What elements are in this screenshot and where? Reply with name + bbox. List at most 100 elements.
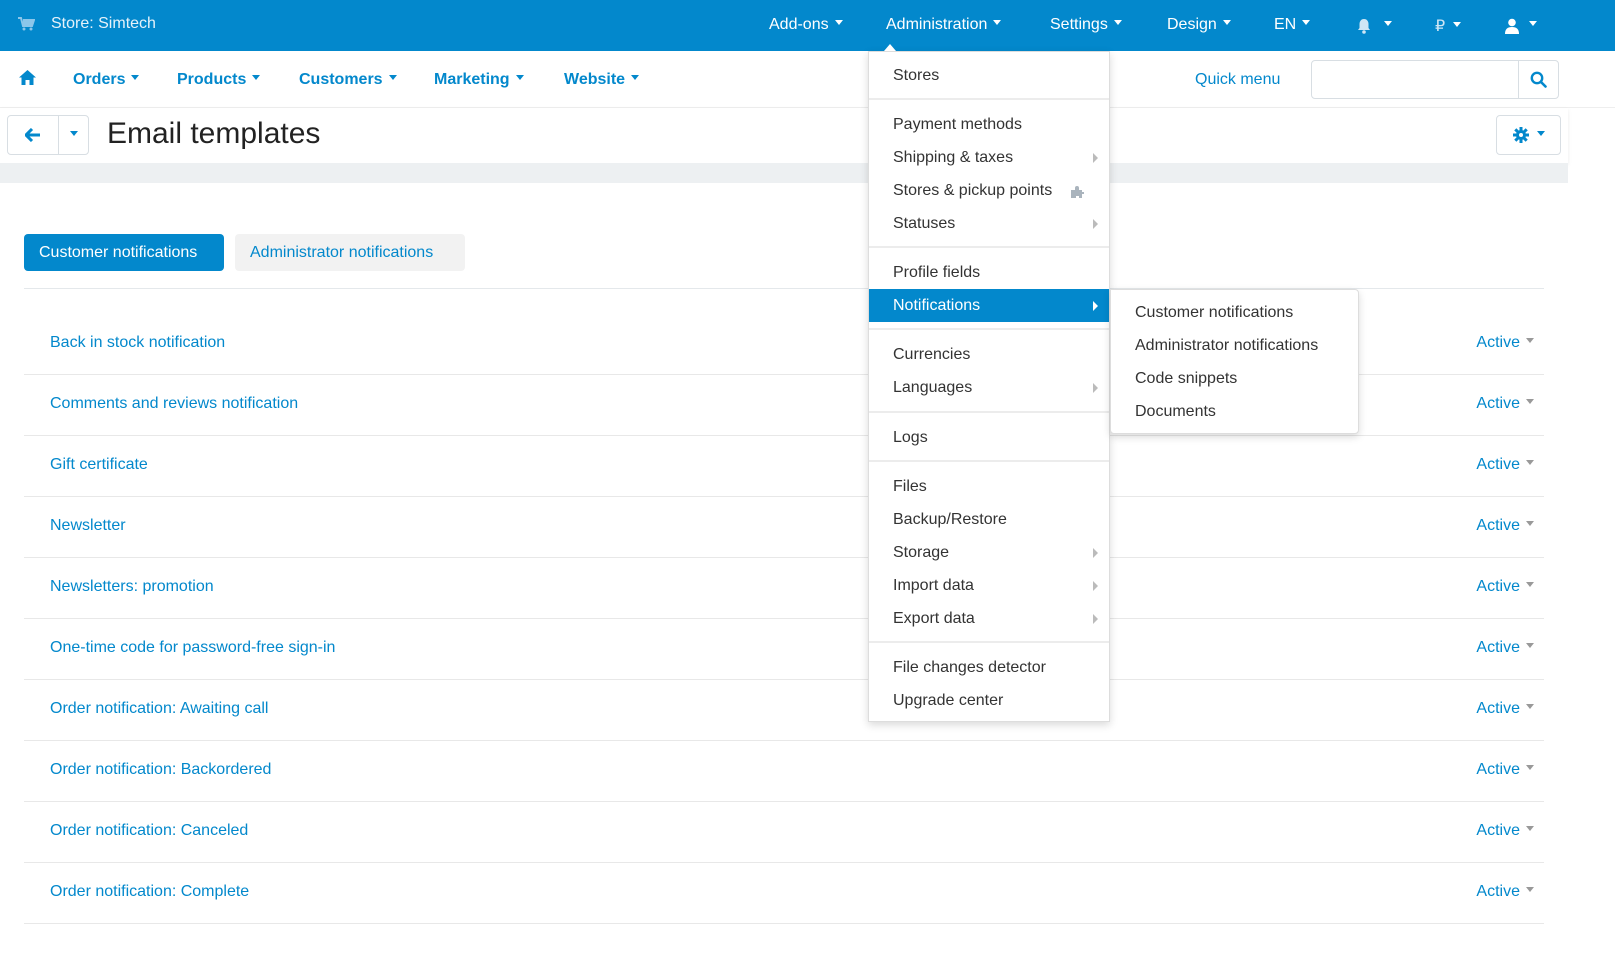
menu-item-label: Upgrade center [893, 692, 1004, 709]
caret-down-icon [1526, 338, 1534, 344]
topnav-addons[interactable]: Add-ons [769, 16, 843, 34]
topnav-design[interactable]: Design [1167, 16, 1231, 34]
template-name[interactable]: Back in stock notification [50, 334, 225, 352]
status-dropdown[interactable]: Active [1476, 395, 1534, 413]
template-name[interactable]: Comments and reviews notification [50, 395, 298, 413]
nav-customers[interactable]: Customers [299, 71, 397, 89]
menu-item-logs[interactable]: Logs [869, 421, 1109, 454]
menu-item-storage[interactable]: Storage [869, 536, 1109, 569]
caret-down-icon [515, 75, 524, 81]
topnav-currency[interactable]: ₽ [1435, 16, 1462, 36]
cart-icon [18, 17, 35, 31]
nav-website[interactable]: Website [564, 71, 640, 89]
tab-administrator-notifications[interactable]: Administrator notifications [235, 234, 465, 271]
status-dropdown[interactable]: Active [1476, 700, 1534, 718]
back-button[interactable] [8, 116, 59, 154]
topnav-addons-label: Add-ons [769, 16, 829, 33]
caret-down-icon [131, 75, 140, 81]
menu-item-file-changes-detector[interactable]: File changes detector [869, 651, 1109, 684]
topnav-settings[interactable]: Settings [1050, 16, 1122, 34]
submenu-item-administrator-notifications[interactable]: Administrator notifications [1111, 329, 1358, 362]
submenu-item-customer-notifications[interactable]: Customer notifications [1111, 296, 1358, 329]
tab-customer-notifications[interactable]: Customer notifications [24, 234, 224, 271]
menu-item-languages[interactable]: Languages [869, 371, 1109, 404]
topnav-administration[interactable]: Administration [886, 16, 1002, 34]
search-button[interactable] [1518, 61, 1558, 98]
menu-item-import-data[interactable]: Import data [869, 569, 1109, 602]
nav-website-label: Website [564, 71, 626, 88]
caret-down-icon [1526, 826, 1534, 832]
settings-dropdown-button[interactable] [1496, 115, 1561, 155]
submenu-item-label: Code snippets [1135, 370, 1238, 387]
menu-item-backup-restore[interactable]: Backup/Restore [869, 503, 1109, 536]
menu-item-upgrade-center[interactable]: Upgrade center [869, 684, 1109, 717]
menu-item-stores[interactable]: Stores [869, 59, 1109, 92]
status-dropdown[interactable]: Active [1476, 456, 1534, 474]
template-name[interactable]: Gift certificate [50, 456, 148, 474]
status-label: Active [1476, 883, 1520, 900]
submenu-item-code-snippets[interactable]: Code snippets [1111, 362, 1358, 395]
caret-down-icon [1526, 643, 1534, 649]
menu-item-notifications[interactable]: Notifications [869, 289, 1109, 322]
topnav-notifications[interactable] [1356, 17, 1392, 35]
nav-marketing[interactable]: Marketing [434, 71, 524, 89]
menu-item-currencies[interactable]: Currencies [869, 338, 1109, 371]
chevron-right-icon [1093, 219, 1098, 229]
quick-menu-link[interactable]: Quick menu [1195, 71, 1280, 89]
store-label: Store: Simtech [51, 15, 156, 32]
home-link[interactable] [19, 70, 36, 90]
template-row: Gift certificate Active [24, 436, 1544, 497]
submenu-item-documents[interactable]: Documents [1111, 395, 1358, 428]
status-dropdown[interactable]: Active [1476, 761, 1534, 779]
menu-item-stores-pickup-points[interactable]: Stores & pickup points [869, 174, 1109, 207]
menu-item-label: Files [893, 478, 927, 495]
chevron-right-icon [1093, 301, 1098, 311]
template-name[interactable]: One-time code for password-free sign-in [50, 639, 335, 657]
caret-down-icon [631, 75, 640, 81]
status-dropdown[interactable]: Active [1476, 517, 1534, 535]
nav-products[interactable]: Products [177, 71, 261, 89]
status-label: Active [1476, 578, 1520, 595]
caret-down-icon [834, 20, 843, 26]
menu-item-shipping-taxes[interactable]: Shipping & taxes [869, 141, 1109, 174]
template-name[interactable]: Order notification: Canceled [50, 822, 248, 840]
search-input[interactable] [1312, 61, 1518, 98]
menu-item-payment-methods[interactable]: Payment methods [869, 108, 1109, 141]
template-row: Order notification: Complete Active [24, 863, 1544, 924]
caret-down-icon [1113, 20, 1122, 26]
bell-icon [1358, 18, 1370, 34]
template-name[interactable]: Order notification: Backordered [50, 761, 271, 779]
template-name[interactable]: Newsletters: promotion [50, 578, 214, 596]
menu-item-export-data[interactable]: Export data [869, 602, 1109, 635]
home-icon [19, 70, 36, 85]
menu-divider [869, 328, 1109, 330]
status-label: Active [1476, 456, 1520, 473]
status-dropdown[interactable]: Active [1476, 639, 1534, 657]
arrow-left-icon [25, 128, 40, 142]
menu-item-files[interactable]: Files [869, 470, 1109, 503]
menu-item-profile-fields[interactable]: Profile fields [869, 256, 1109, 289]
template-name[interactable]: Newsletter [50, 517, 126, 535]
menu-item-label: Currencies [893, 346, 971, 363]
topnav-currency-label: ₽ [1435, 18, 1446, 35]
back-history-dropdown[interactable] [59, 116, 88, 154]
store-switcher[interactable]: Store: Simtech [18, 15, 156, 33]
status-dropdown[interactable]: Active [1476, 578, 1534, 596]
nav-orders[interactable]: Orders [73, 71, 140, 89]
topnav-language[interactable]: EN [1274, 16, 1311, 34]
menu-item-statuses[interactable]: Statuses [869, 207, 1109, 240]
status-dropdown[interactable]: Active [1476, 822, 1534, 840]
status-label: Active [1476, 517, 1520, 534]
menu-item-label: Storage [893, 544, 950, 561]
caret-down-icon [1526, 704, 1534, 710]
template-name[interactable]: Order notification: Awaiting call [50, 700, 268, 718]
menu-item-label: Logs [893, 429, 928, 446]
status-dropdown[interactable]: Active [1476, 334, 1534, 352]
topnav-account[interactable] [1505, 17, 1537, 35]
template-name[interactable]: Order notification: Complete [50, 883, 249, 901]
status-dropdown[interactable]: Active [1476, 883, 1534, 901]
caret-down-icon [1526, 887, 1534, 893]
menu-divider [869, 460, 1109, 462]
menu-divider [869, 641, 1109, 643]
user-icon [1505, 18, 1519, 34]
